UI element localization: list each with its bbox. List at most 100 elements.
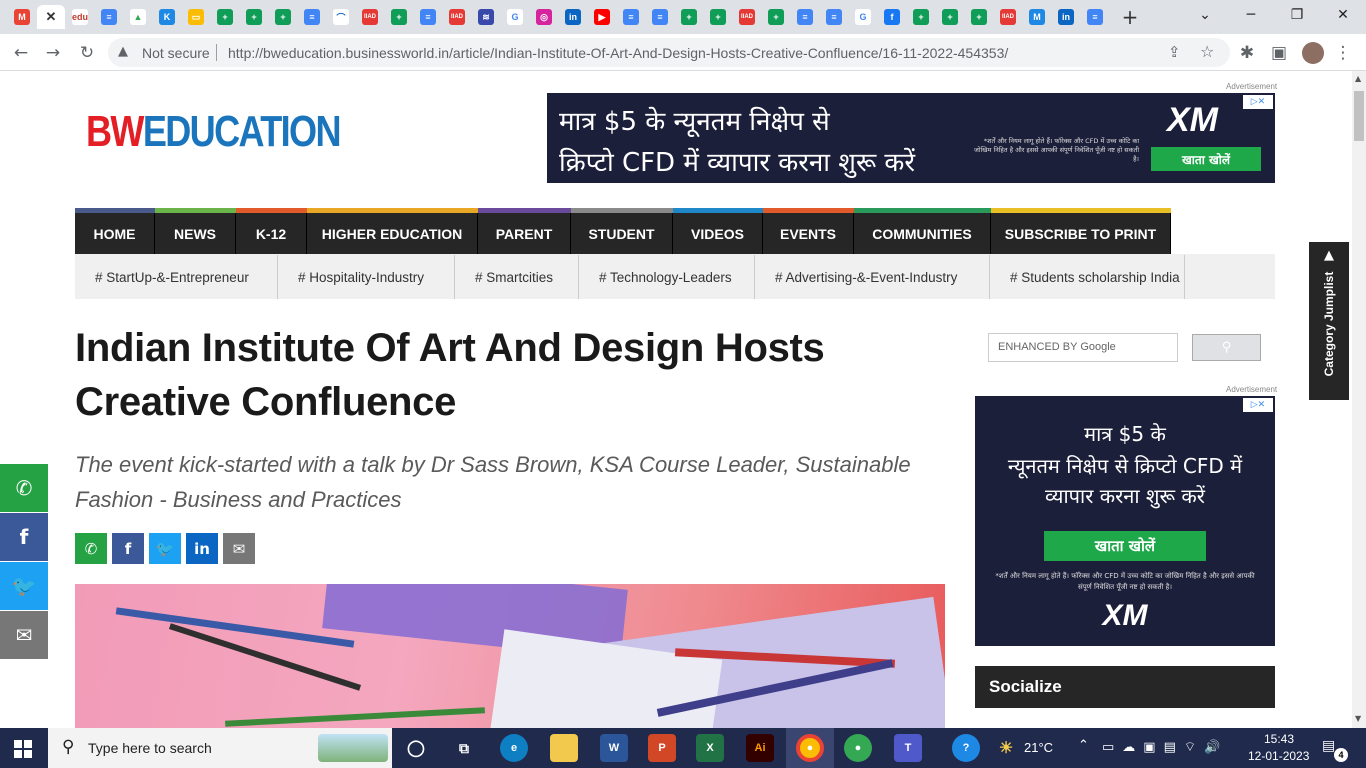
new-tab-button[interactable]: +	[1116, 5, 1144, 29]
browser-tab[interactable]: +	[211, 5, 239, 29]
scroll-up-arrow[interactable]: ▲	[1355, 74, 1361, 83]
windows-start-icon[interactable]	[14, 740, 32, 758]
email-share-icon[interactable]: ✉	[223, 533, 255, 564]
browser-tab[interactable]: ≡	[95, 5, 123, 29]
linkedin-share-icon[interactable]: in	[186, 533, 218, 564]
browser-tab[interactable]: ⌒	[327, 5, 355, 29]
email-side-icon[interactable]: ✉	[0, 611, 48, 659]
scroll-thumb[interactable]	[1354, 91, 1364, 141]
browser-tab[interactable]: ≋	[472, 5, 500, 29]
ad-open-account-button[interactable]: खाता खोलें	[1151, 147, 1261, 171]
search-button[interactable]: ⚲	[1192, 334, 1261, 361]
browser-tab[interactable]: ≡	[646, 5, 674, 29]
address-bar[interactable]: ▲ Not secure http://bweducation.business…	[108, 38, 1230, 67]
powerpoint-icon[interactable]: P	[648, 734, 676, 762]
word-icon[interactable]: W	[600, 734, 628, 762]
tag-link[interactable]: # Technology-Leaders	[579, 255, 755, 299]
twitter-side-icon[interactable]: 🐦	[0, 562, 48, 610]
nav-item-communities[interactable]: COMMUNITIES	[854, 213, 991, 254]
reload-icon[interactable]: ↻	[74, 40, 100, 66]
nav-item-higher-education[interactable]: HIGHER EDUCATION	[307, 213, 478, 254]
clock-date[interactable]: 12-01-2023	[1248, 749, 1309, 763]
nav-item-news[interactable]: NEWS	[155, 213, 236, 254]
search-input[interactable]: ENHANCED BY Google	[988, 333, 1178, 362]
browser-tab[interactable]: ✕	[37, 5, 65, 29]
close-window-button[interactable]: ✕	[1320, 0, 1366, 30]
task-view-icon[interactable]: ⧉	[450, 734, 478, 762]
browser-tab[interactable]: G	[849, 5, 877, 29]
page-scrollbar[interactable]: ▲ ▼	[1352, 71, 1366, 728]
whatsapp-share-icon[interactable]: ✆	[75, 533, 107, 564]
browser-tab[interactable]: +	[675, 5, 703, 29]
facebook-share-icon[interactable]: f	[112, 533, 144, 564]
ad-choices-icon[interactable]: ▷✕	[1243, 95, 1273, 109]
twitter-share-icon[interactable]: 🐦	[149, 533, 181, 564]
browser-tab[interactable]: M	[8, 5, 36, 29]
forward-icon[interactable]: →	[40, 40, 66, 66]
scroll-down-arrow[interactable]: ▼	[1355, 714, 1361, 723]
taskbar-search-box[interactable]: ⚲ Type here to search	[48, 728, 392, 768]
category-jumplist-tab[interactable]: ▲ Category Jumplist	[1309, 242, 1349, 400]
excel-icon[interactable]: X	[696, 734, 724, 762]
browser-tab[interactable]: +	[907, 5, 935, 29]
browser-tab[interactable]: IIAD	[443, 5, 471, 29]
side-ad-button[interactable]: खाता खोलें	[1044, 531, 1206, 561]
browser-tab[interactable]: +	[240, 5, 268, 29]
file-explorer-icon[interactable]	[550, 734, 578, 762]
chrome-icon[interactable]: ●	[796, 734, 824, 762]
temperature[interactable]: 21°C	[1024, 740, 1053, 755]
nav-item-k-12[interactable]: K-12	[236, 213, 307, 254]
side-banner-ad[interactable]: मात्र $5 के न्यूनतम निक्षेप से क्रिप्टो …	[975, 396, 1275, 646]
browser-tab[interactable]: ≡	[1081, 5, 1109, 29]
browser-tab[interactable]: ≡	[791, 5, 819, 29]
tray-chevron-icon[interactable]: ⌃	[1078, 738, 1089, 753]
site-logo[interactable]: BWEDUCATION	[86, 107, 342, 157]
nav-item-home[interactable]: HOME	[75, 213, 155, 254]
tag-link[interactable]: # Students scholarship India	[990, 255, 1185, 299]
restore-button[interactable]: ❐	[1274, 0, 1320, 30]
browser-tab[interactable]: f	[878, 5, 906, 29]
browser-tab[interactable]: +	[385, 5, 413, 29]
chrome-profile-icon[interactable]: ●	[844, 734, 872, 762]
nav-item-events[interactable]: EVENTS	[763, 213, 854, 254]
browser-tab[interactable]: G	[501, 5, 529, 29]
browser-tab[interactable]: ≡	[414, 5, 442, 29]
tab-search-icon[interactable]: ⌄	[1182, 0, 1228, 30]
nav-item-student[interactable]: STUDENT	[571, 213, 673, 254]
top-banner-ad[interactable]: मात्र $5 के न्यूनतम निक्षेप से क्रिप्टो …	[547, 93, 1275, 183]
illustrator-icon[interactable]: Ai	[746, 734, 774, 762]
browser-tab[interactable]: edu	[66, 5, 94, 29]
nav-item-parent[interactable]: PARENT	[478, 213, 571, 254]
menu-icon[interactable]: ⋮	[1330, 40, 1356, 66]
browser-tab[interactable]: ≡	[298, 5, 326, 29]
facebook-side-icon[interactable]: f	[0, 513, 48, 561]
browser-tab[interactable]: ≡	[617, 5, 645, 29]
help-icon[interactable]: ?	[952, 734, 980, 762]
nav-item-subscribe-to-print[interactable]: SUBSCRIBE TO PRINT	[991, 213, 1171, 254]
browser-tab[interactable]: ▭	[182, 5, 210, 29]
browser-tab[interactable]: ▶	[588, 5, 616, 29]
browser-tab[interactable]: M	[1023, 5, 1051, 29]
browser-tab[interactable]: +	[965, 5, 993, 29]
tag-link[interactable]: # StartUp-&-Entrepreneur	[75, 255, 278, 299]
cortana-icon[interactable]: ◯	[402, 734, 430, 762]
notification-icon[interactable]: ▤	[1322, 738, 1335, 754]
extensions-icon[interactable]: ✱	[1234, 40, 1260, 66]
bookmark-star-icon[interactable]: ☆	[1200, 42, 1214, 61]
teams-icon[interactable]: T	[894, 734, 922, 762]
browser-tab[interactable]: +	[704, 5, 732, 29]
browser-tab[interactable]: +	[269, 5, 297, 29]
browser-tab[interactable]: in	[1052, 5, 1080, 29]
back-icon[interactable]: ←	[8, 40, 34, 66]
browser-tab[interactable]: +	[936, 5, 964, 29]
browser-tab[interactable]: in	[559, 5, 587, 29]
tray-icons[interactable]: ▭☁▣▤⌔🔊	[1102, 739, 1228, 755]
side-ad-choices-icon[interactable]: ▷✕	[1243, 398, 1273, 412]
browser-tab[interactable]: IIAD	[356, 5, 384, 29]
profile-avatar[interactable]	[1302, 42, 1324, 64]
browser-tab[interactable]: ▲	[124, 5, 152, 29]
tag-link[interactable]: # Hospitality-Industry	[278, 255, 455, 299]
clock-time[interactable]: 15:43	[1264, 732, 1294, 746]
minimize-button[interactable]: ─	[1228, 0, 1274, 30]
browser-tab[interactable]: K	[153, 5, 181, 29]
